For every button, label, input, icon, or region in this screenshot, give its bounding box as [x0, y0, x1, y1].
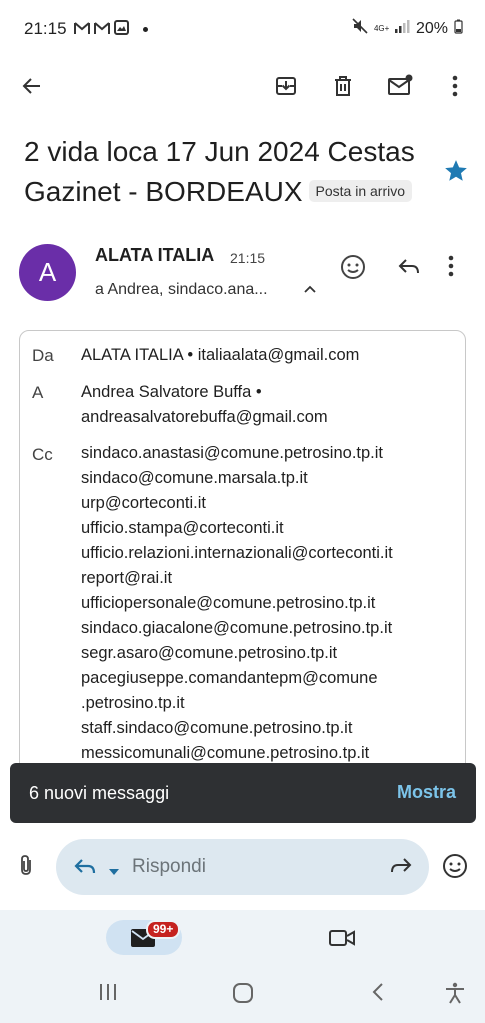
video-camera-icon[interactable] [328, 928, 356, 953]
mark-unread-icon[interactable] [384, 70, 416, 102]
back-icon[interactable] [371, 982, 385, 1007]
image-icon [114, 20, 129, 35]
emoji-reaction-icon[interactable] [442, 853, 468, 884]
recent-apps-icon[interactable] [98, 982, 118, 1007]
back-arrow-icon[interactable] [16, 70, 48, 102]
cc-address[interactable]: ufficio.relazioni.internazionali@corteco… [81, 541, 461, 566]
cc-address[interactable]: sindaco.anastasi@comune.petrosino.tp.it [81, 441, 461, 466]
cc-address[interactable]: segr.asaro@comune.petrosino.tp.it [81, 641, 461, 666]
inbox-label-chip[interactable]: Posta in arrivo [308, 180, 413, 202]
reply-icon[interactable] [396, 255, 422, 284]
cc-address[interactable]: urp@corteconti.it [81, 491, 461, 516]
status-time: 21:15 [24, 19, 67, 38]
unread-badge: 99+ [146, 920, 181, 939]
home-icon[interactable] [232, 982, 254, 1009]
notification-dot-icon [143, 27, 148, 32]
show-button[interactable]: Mostra [397, 782, 456, 803]
star-icon[interactable] [443, 158, 469, 189]
archive-icon[interactable] [270, 70, 302, 102]
cc-address[interactable]: pacegiuseppe.comandantepm@comune [81, 666, 461, 691]
email-toolbar [0, 60, 485, 112]
cc-address[interactable]: sindaco.giacalone@comune.petrosino.tp.it [81, 616, 461, 641]
status-right-icons: 4G+ 20% [352, 18, 463, 39]
cc-label: Cc [32, 445, 53, 464]
caret-down-icon[interactable] [108, 863, 120, 881]
status-notification-icons [74, 20, 129, 35]
mail-tab[interactable]: 99+ [106, 920, 182, 955]
to-label: A [32, 383, 44, 402]
to-name: Andrea Salvatore Buffa • [81, 383, 262, 401]
cc-address[interactable]: sindaco@comune.marsala.tp.it [81, 466, 461, 491]
recipients-summary[interactable]: a Andrea, sindaco.ana... [95, 281, 268, 299]
emoji-reaction-icon[interactable] [340, 254, 366, 285]
email-subject: 2 vida loca 17 Jun 2024 Cestas Gazinet -… [24, 132, 429, 212]
sent-time: 21:15 [230, 250, 266, 266]
gmail-icon [94, 21, 110, 35]
attachment-icon[interactable] [16, 853, 38, 882]
forward-icon[interactable] [388, 854, 414, 883]
reply-bar: Rispondi [0, 833, 485, 908]
chevron-up-icon[interactable] [302, 282, 318, 303]
mute-icon [352, 18, 368, 39]
to-value[interactable]: Andrea Salvatore Buffa • andreasalvatore… [81, 380, 461, 430]
reply-placeholder: Rispondi [132, 856, 206, 877]
status-bar: 21:15 4G+ 20% [0, 0, 485, 56]
accessibility-icon[interactable] [444, 982, 466, 1009]
cc-list: sindaco.anastasi@comune.petrosino.tp.it … [81, 441, 461, 766]
sender-name: ALATA ITALIA [95, 245, 215, 265]
sender-avatar[interactable]: A [19, 244, 76, 301]
network-type: 4G+ [373, 23, 390, 33]
gmail-icon [74, 21, 90, 35]
system-nav-bar [0, 966, 485, 1023]
from-label: Da [32, 346, 54, 365]
bottom-nav: 99+ [0, 910, 485, 966]
delete-icon[interactable] [327, 70, 359, 102]
recipient-details-panel: Da ALATA ITALIA • italiaalata@gmail.com … [19, 330, 466, 790]
cc-address[interactable]: staff.sindaco@comune.petrosino.tp.it [81, 716, 461, 741]
message-more-vert-icon[interactable] [448, 255, 454, 282]
avatar-letter: A [38, 257, 57, 287]
cc-address[interactable]: report@rai.it [81, 566, 461, 591]
cc-address[interactable]: .petrosino.tp.it [81, 691, 461, 716]
new-messages-snackbar: 6 nuovi messaggi Mostra [10, 763, 476, 823]
signal-icon [394, 19, 410, 38]
reply-icon[interactable] [72, 855, 98, 884]
battery-percent: 20% [415, 19, 448, 37]
battery-icon [454, 19, 463, 39]
to-email: andreasalvatorebuffa@gmail.com [81, 408, 328, 426]
from-value[interactable]: ALATA ITALIA • italiaalata@gmail.com [81, 343, 461, 368]
snackbar-text: 6 nuovi messaggi [29, 783, 170, 803]
cc-address[interactable]: ufficio.stampa@corteconti.it [81, 516, 461, 541]
more-vert-icon[interactable] [439, 70, 471, 102]
cc-address[interactable]: ufficiopersonale@comune.petrosino.tp.it [81, 591, 461, 616]
reply-field[interactable]: Rispondi [56, 839, 429, 895]
